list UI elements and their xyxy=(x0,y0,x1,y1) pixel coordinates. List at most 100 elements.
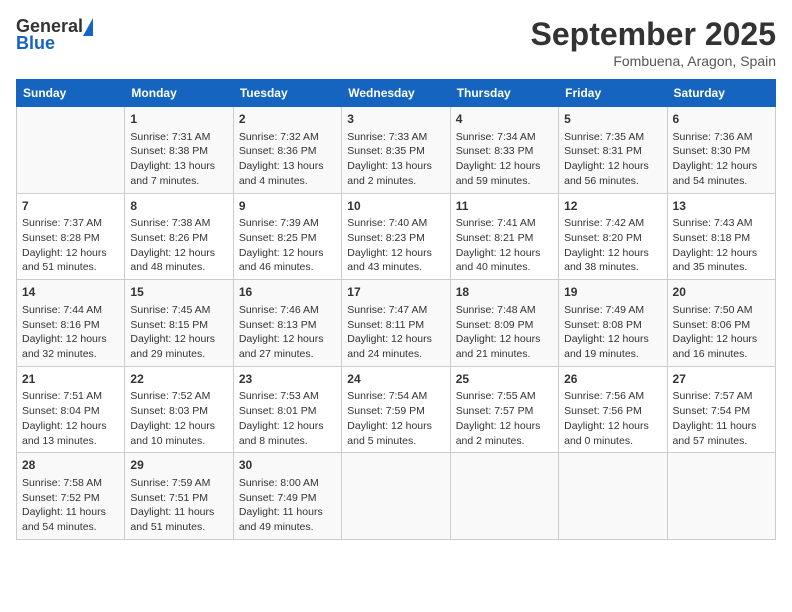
day-info: Sunrise: 7:43 AM Sunset: 8:18 PM Dayligh… xyxy=(673,216,770,275)
day-number: 19 xyxy=(564,284,661,301)
day-info: Sunrise: 7:35 AM Sunset: 8:31 PM Dayligh… xyxy=(564,130,661,189)
calendar-cell: 1Sunrise: 7:31 AM Sunset: 8:38 PM Daylig… xyxy=(125,107,233,194)
calendar-header-row: SundayMondayTuesdayWednesdayThursdayFrid… xyxy=(17,80,776,107)
day-info: Sunrise: 7:41 AM Sunset: 8:21 PM Dayligh… xyxy=(456,216,553,275)
day-number: 8 xyxy=(130,198,227,215)
logo-blue: Blue xyxy=(16,33,55,54)
calendar-cell: 16 Sunrise: 7:46 AM Sunset: 8:13 PM Dayli… xyxy=(233,280,341,367)
day-info: Sunrise: 7:40 AM Sunset: 8:23 PM Dayligh… xyxy=(347,216,444,275)
day-info: Sunrise: 7:36 AM Sunset: 8:30 PM Dayligh… xyxy=(673,130,770,189)
calendar-cell: 30Sunrise: 8:00 AM Sunset: 7:49 PM Dayli… xyxy=(233,453,341,540)
logo-triangle-icon xyxy=(83,18,93,36)
day-number: 25 xyxy=(456,371,553,388)
day-info: Sunrise: 7:45 AM Sunset: 8:15 PM Dayligh… xyxy=(130,303,227,362)
day-number: 15 xyxy=(130,284,227,301)
day-info: Sunrise: 7:53 AM Sunset: 8:01 PM Dayligh… xyxy=(239,389,336,448)
calendar-cell: 19 Sunrise: 7:49 AM Sunset: 8:08 PM Dayli… xyxy=(559,280,667,367)
day-number: 4 xyxy=(456,111,553,128)
day-info: Sunrise: 7:52 AM Sunset: 8:03 PM Dayligh… xyxy=(130,389,227,448)
page-subtitle: Fombuena, Aragon, Spain xyxy=(531,53,776,69)
calendar-cell: 9Sunrise: 7:39 AM Sunset: 8:25 PM Daylig… xyxy=(233,193,341,280)
calendar-cell: 3Sunrise: 7:33 AM Sunset: 8:35 PM Daylig… xyxy=(342,107,450,194)
calendar-cell: 23Sunrise: 7:53 AM Sunset: 8:01 PM Dayli… xyxy=(233,366,341,453)
header-wednesday: Wednesday xyxy=(342,80,450,107)
day-number: 13 xyxy=(673,198,770,215)
calendar-cell: 6 Sunrise: 7:36 AM Sunset: 8:30 PM Daylig… xyxy=(667,107,775,194)
day-info: Sunrise: 7:51 AM Sunset: 8:04 PM Dayligh… xyxy=(22,389,119,448)
calendar-cell xyxy=(17,107,125,194)
calendar-cell: 27Sunrise: 7:57 AM Sunset: 7:54 PM Dayli… xyxy=(667,366,775,453)
page-header: General Blue September 2025 Fombuena, Ar… xyxy=(16,16,776,69)
day-info: Sunrise: 7:33 AM Sunset: 8:35 PM Dayligh… xyxy=(347,130,444,189)
week-row-1: 7Sunrise: 7:37 AM Sunset: 8:28 PM Daylig… xyxy=(17,193,776,280)
calendar-cell: 25Sunrise: 7:55 AM Sunset: 7:57 PM Dayli… xyxy=(450,366,558,453)
page-title: September 2025 xyxy=(531,16,776,53)
calendar-cell: 17 Sunrise: 7:47 AM Sunset: 8:11 PM Dayli… xyxy=(342,280,450,367)
day-number: 6 xyxy=(673,111,770,128)
calendar-cell: 4 Sunrise: 7:34 AM Sunset: 8:33 PM Daylig… xyxy=(450,107,558,194)
day-info: Sunrise: 7:48 AM Sunset: 8:09 PM Dayligh… xyxy=(456,303,553,362)
calendar-cell: 12Sunrise: 7:42 AM Sunset: 8:20 PM Dayli… xyxy=(559,193,667,280)
calendar-cell: 5 Sunrise: 7:35 AM Sunset: 8:31 PM Daylig… xyxy=(559,107,667,194)
calendar-cell: 2 Sunrise: 7:32 AM Sunset: 8:36 PM Daylig… xyxy=(233,107,341,194)
calendar-cell: 7Sunrise: 7:37 AM Sunset: 8:28 PM Daylig… xyxy=(17,193,125,280)
calendar-cell: 18Sunrise: 7:48 AM Sunset: 8:09 PM Dayli… xyxy=(450,280,558,367)
header-friday: Friday xyxy=(559,80,667,107)
logo: General Blue xyxy=(16,16,93,54)
week-row-0: 1Sunrise: 7:31 AM Sunset: 8:38 PM Daylig… xyxy=(17,107,776,194)
header-thursday: Thursday xyxy=(450,80,558,107)
day-info: Sunrise: 7:56 AM Sunset: 7:56 PM Dayligh… xyxy=(564,389,661,448)
day-number: 23 xyxy=(239,371,336,388)
calendar-table: SundayMondayTuesdayWednesdayThursdayFrid… xyxy=(16,79,776,540)
header-tuesday: Tuesday xyxy=(233,80,341,107)
day-number: 14 xyxy=(22,284,119,301)
day-info: Sunrise: 7:57 AM Sunset: 7:54 PM Dayligh… xyxy=(673,389,770,448)
calendar-cell: 29Sunrise: 7:59 AM Sunset: 7:51 PM Dayli… xyxy=(125,453,233,540)
day-info: Sunrise: 7:46 AM Sunset: 8:13 PM Dayligh… xyxy=(239,303,336,362)
day-number: 16 xyxy=(239,284,336,301)
calendar-cell: 26Sunrise: 7:56 AM Sunset: 7:56 PM Dayli… xyxy=(559,366,667,453)
calendar-cell xyxy=(342,453,450,540)
day-info: Sunrise: 7:39 AM Sunset: 8:25 PM Dayligh… xyxy=(239,216,336,275)
day-info: Sunrise: 7:59 AM Sunset: 7:51 PM Dayligh… xyxy=(130,476,227,535)
calendar-cell: 20 Sunrise: 7:50 AM Sunset: 8:06 PM Dayli… xyxy=(667,280,775,367)
day-info: Sunrise: 7:54 AM Sunset: 7:59 PM Dayligh… xyxy=(347,389,444,448)
calendar-cell: 8Sunrise: 7:38 AM Sunset: 8:26 PM Daylig… xyxy=(125,193,233,280)
header-sunday: Sunday xyxy=(17,80,125,107)
calendar-cell: 14 Sunrise: 7:44 AM Sunset: 8:16 PM Dayli… xyxy=(17,280,125,367)
day-number: 2 xyxy=(239,111,336,128)
calendar-cell: 15 Sunrise: 7:45 AM Sunset: 8:15 PM Dayli… xyxy=(125,280,233,367)
day-number: 24 xyxy=(347,371,444,388)
day-number: 5 xyxy=(564,111,661,128)
title-block: September 2025 Fombuena, Aragon, Spain xyxy=(531,16,776,69)
day-info: Sunrise: 7:44 AM Sunset: 8:16 PM Dayligh… xyxy=(22,303,119,362)
calendar-cell: 28 Sunrise: 7:58 AM Sunset: 7:52 PM Dayli… xyxy=(17,453,125,540)
day-info: Sunrise: 7:32 AM Sunset: 8:36 PM Dayligh… xyxy=(239,130,336,189)
day-info: Sunrise: 7:34 AM Sunset: 8:33 PM Dayligh… xyxy=(456,130,553,189)
day-number: 26 xyxy=(564,371,661,388)
calendar-cell xyxy=(559,453,667,540)
day-info: Sunrise: 7:50 AM Sunset: 8:06 PM Dayligh… xyxy=(673,303,770,362)
week-row-4: 28 Sunrise: 7:58 AM Sunset: 7:52 PM Dayli… xyxy=(17,453,776,540)
day-number: 17 xyxy=(347,284,444,301)
header-monday: Monday xyxy=(125,80,233,107)
day-info: Sunrise: 7:49 AM Sunset: 8:08 PM Dayligh… xyxy=(564,303,661,362)
day-number: 28 xyxy=(22,457,119,474)
day-info: Sunrise: 8:00 AM Sunset: 7:49 PM Dayligh… xyxy=(239,476,336,535)
day-number: 11 xyxy=(456,198,553,215)
week-row-3: 21Sunrise: 7:51 AM Sunset: 8:04 PM Dayli… xyxy=(17,366,776,453)
day-number: 22 xyxy=(130,371,227,388)
day-info: Sunrise: 7:38 AM Sunset: 8:26 PM Dayligh… xyxy=(130,216,227,275)
day-number: 12 xyxy=(564,198,661,215)
day-number: 9 xyxy=(239,198,336,215)
day-number: 10 xyxy=(347,198,444,215)
day-number: 7 xyxy=(22,198,119,215)
day-info: Sunrise: 7:37 AM Sunset: 8:28 PM Dayligh… xyxy=(22,216,119,275)
calendar-cell: 24Sunrise: 7:54 AM Sunset: 7:59 PM Dayli… xyxy=(342,366,450,453)
day-number: 20 xyxy=(673,284,770,301)
day-info: Sunrise: 7:47 AM Sunset: 8:11 PM Dayligh… xyxy=(347,303,444,362)
calendar-cell: 10Sunrise: 7:40 AM Sunset: 8:23 PM Dayli… xyxy=(342,193,450,280)
calendar-cell: 21Sunrise: 7:51 AM Sunset: 8:04 PM Dayli… xyxy=(17,366,125,453)
day-info: Sunrise: 7:58 AM Sunset: 7:52 PM Dayligh… xyxy=(22,476,119,535)
week-row-2: 14 Sunrise: 7:44 AM Sunset: 8:16 PM Dayli… xyxy=(17,280,776,367)
